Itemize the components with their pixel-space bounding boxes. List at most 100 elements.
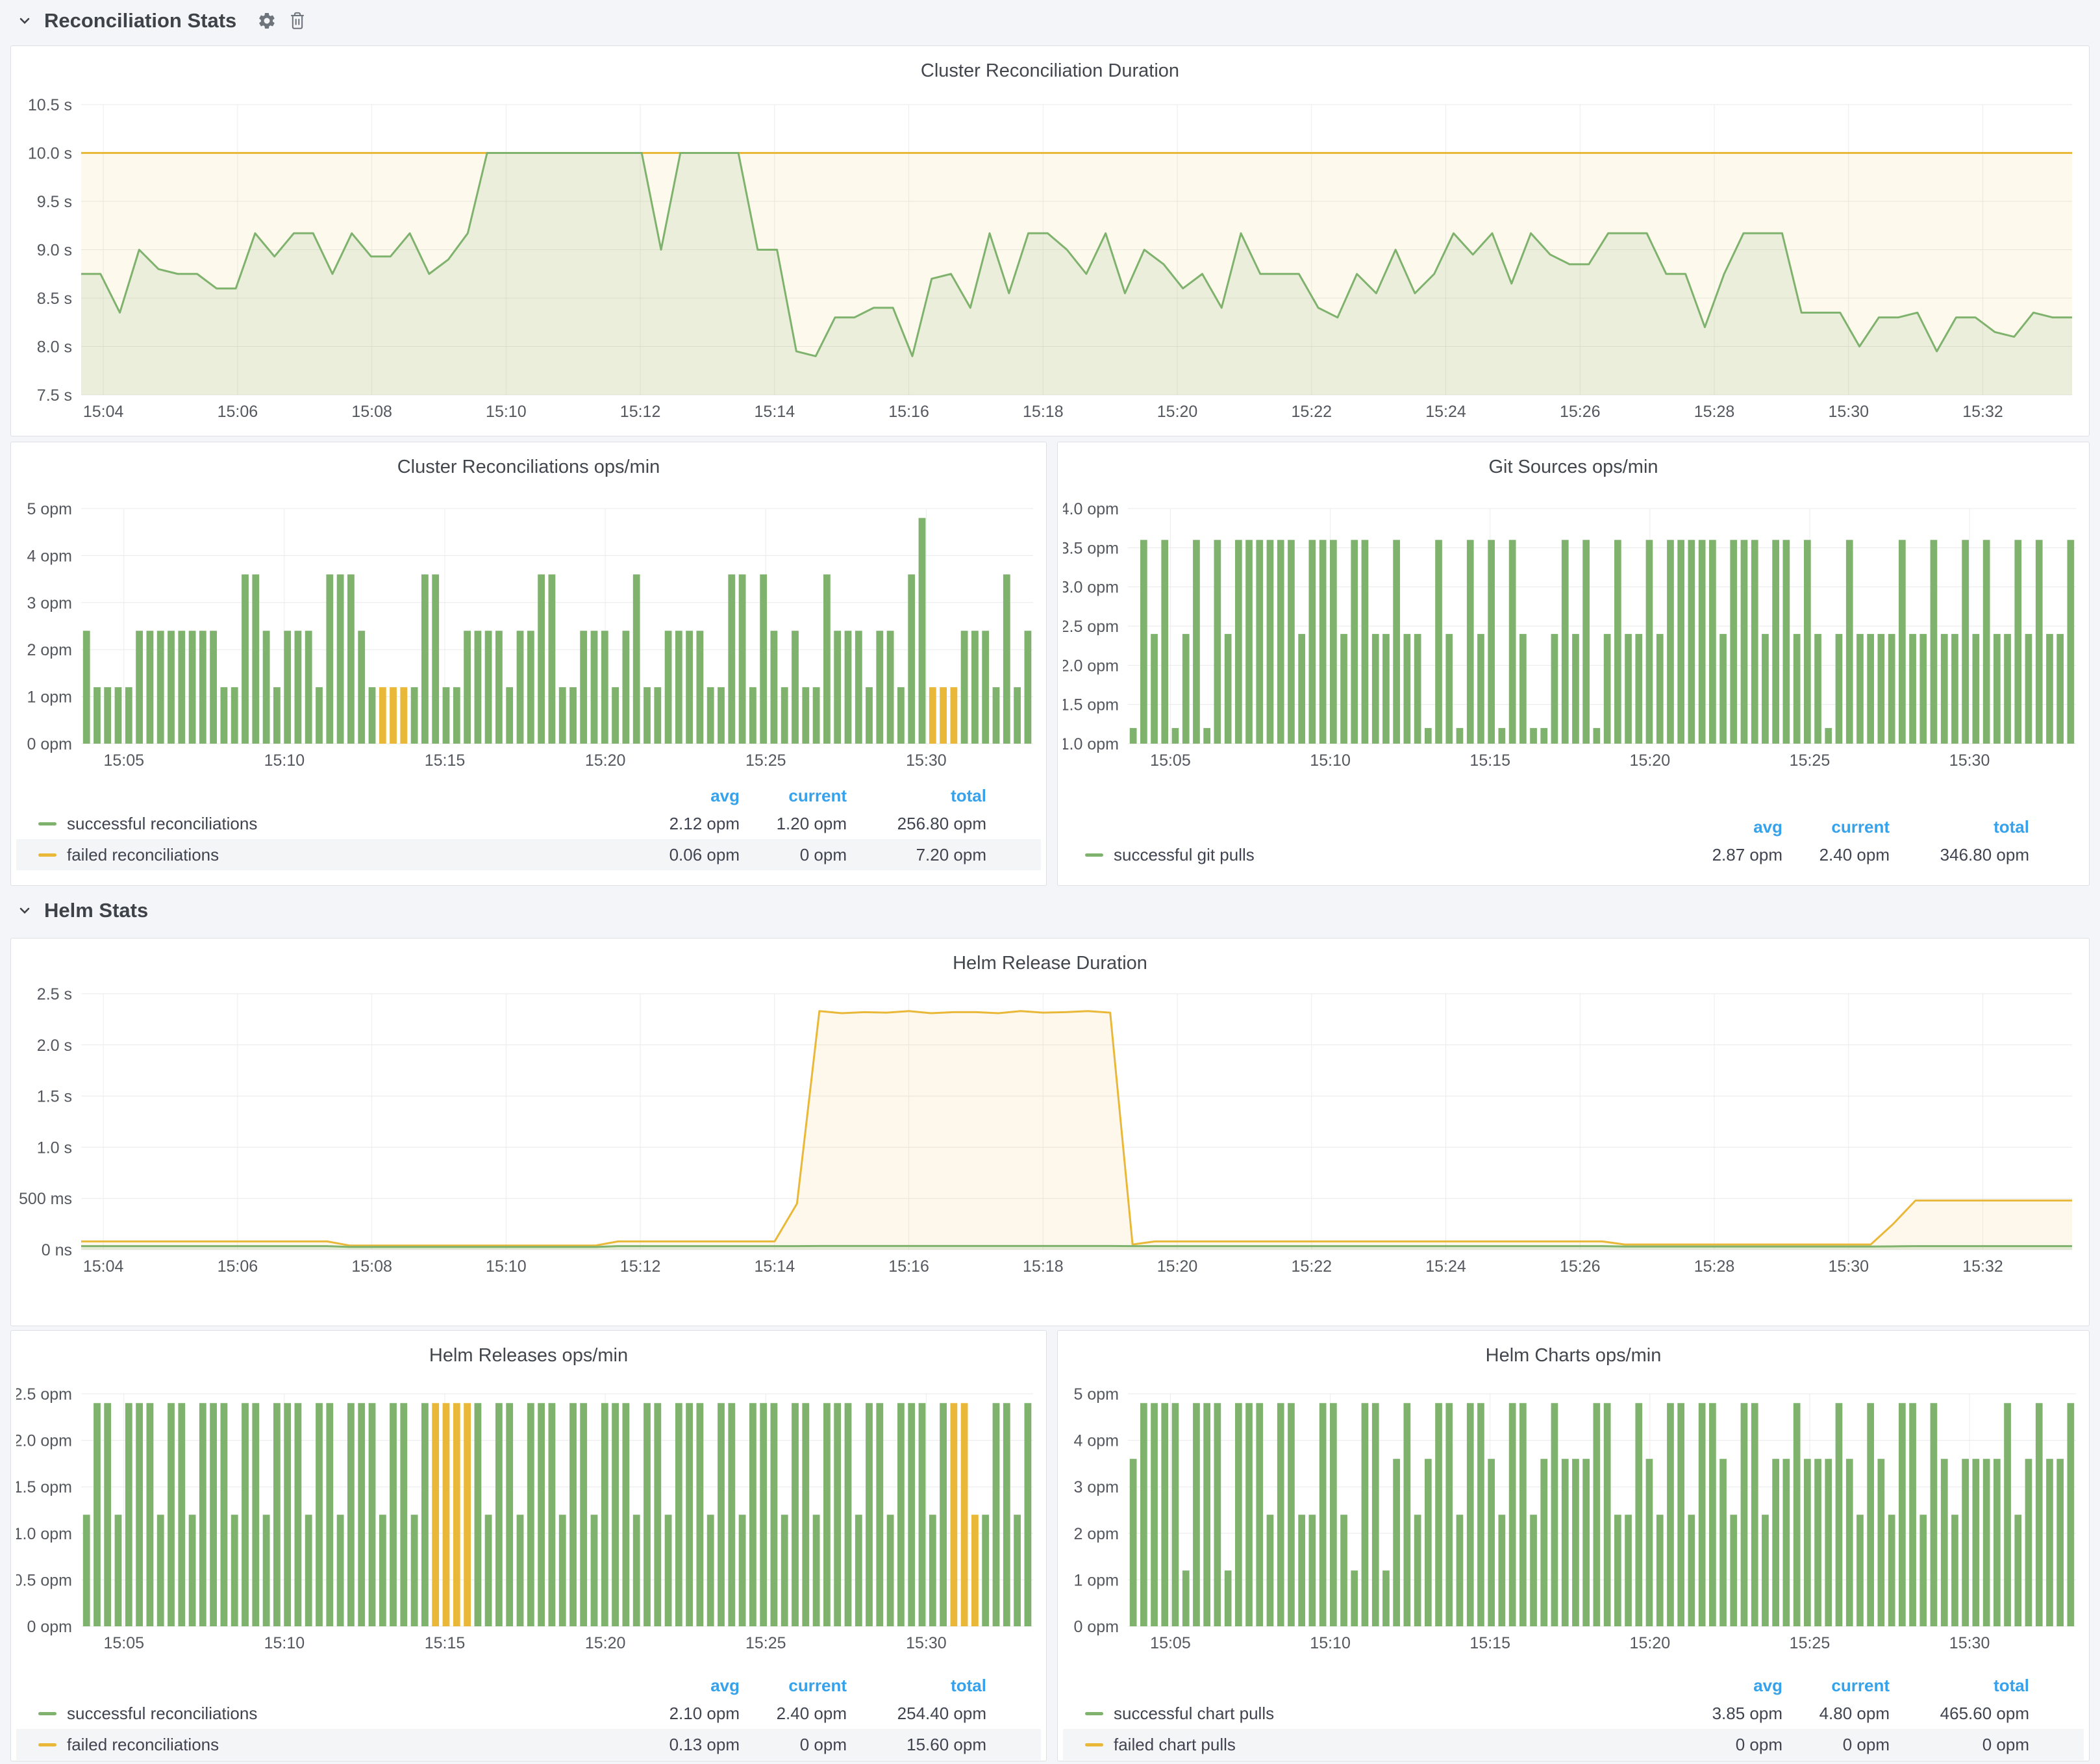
series-color-dash	[38, 1743, 56, 1746]
bar	[1562, 1459, 1569, 1626]
y-axis-tick: 1.5 s	[37, 1088, 72, 1106]
cluster-reconciliation-duration-plot[interactable]: 10.5 s10.0 s9.5 s9.0 s8.5 s8.0 s7.5 s15:…	[16, 82, 2085, 431]
bar	[908, 574, 915, 744]
panel-title[interactable]: Cluster Reconciliation Duration	[11, 46, 2089, 82]
legend-col-avg[interactable]: avg	[632, 1676, 740, 1696]
bar	[1351, 540, 1358, 744]
x-axis-tick: 15:18	[1023, 403, 1064, 421]
series-label[interactable]: successful reconciliations	[67, 1704, 632, 1724]
x-axis-tick: 15:24	[1425, 403, 1466, 421]
series-avg: 0 opm	[1675, 1735, 1782, 1755]
bar	[495, 631, 503, 744]
panel-title[interactable]: Helm Release Duration	[11, 939, 2089, 974]
series-label[interactable]: successful reconciliations	[67, 814, 632, 834]
chevron-down-icon[interactable]	[17, 13, 32, 29]
legend-col-current[interactable]: current	[1782, 1676, 1890, 1696]
series-label[interactable]: successful git pulls	[1114, 845, 1675, 865]
x-axis-tick: 15:12	[620, 403, 661, 421]
bar	[316, 1403, 323, 1626]
bar	[697, 631, 704, 744]
series-label[interactable]: failed reconciliations	[67, 845, 632, 865]
legend-row: successful chart pulls 3.85 opm 4.80 opm…	[1063, 1698, 2084, 1729]
panel-title[interactable]: Cluster Reconciliations ops/min	[11, 442, 1046, 478]
bar	[475, 1403, 482, 1626]
bar	[855, 1515, 862, 1626]
series-current: 0 opm	[1782, 1735, 1890, 1755]
panel-title[interactable]: Helm Charts ops/min	[1058, 1331, 2089, 1367]
series-total: 465.60 opm	[1890, 1704, 2029, 1724]
legend-col-total[interactable]: total	[847, 1676, 986, 1696]
bar	[2056, 634, 2064, 744]
x-axis-tick: 15:32	[1962, 403, 2003, 421]
x-axis-tick: 15:22	[1292, 403, 1332, 421]
x-axis-tick: 15:32	[1962, 1257, 2003, 1276]
series-label[interactable]: failed reconciliations	[67, 1735, 632, 1755]
bar	[644, 687, 651, 744]
bar	[1751, 1403, 1758, 1626]
bar	[400, 1403, 407, 1626]
bar	[2068, 540, 2075, 744]
bar	[432, 1403, 439, 1626]
x-axis-tick: 15:20	[585, 751, 626, 770]
series-label[interactable]: failed chart pulls	[1114, 1735, 1675, 1755]
git-sources-opm-plot[interactable]: 4.0 opm3.5 opm3.0 opm2.5 opm2.0 opm1.5 o…	[1063, 485, 2085, 777]
panel-git-sources-opm: Git Sources ops/min 4.0 opm3.5 opm3.0 op…	[1057, 442, 2090, 886]
panel-title[interactable]: Helm Releases ops/min	[11, 1331, 1046, 1367]
bar	[1625, 1515, 1632, 1626]
bar	[1425, 728, 1432, 744]
series-area-release-duration	[81, 1011, 2072, 1250]
bar	[1994, 634, 2001, 744]
section-header-helm-stats[interactable]: Helm Stats	[0, 894, 148, 927]
cluster-reconciliations-opm-plot[interactable]: 5 opm4 opm3 opm2 opm1 opm0 opm15:0515:10…	[16, 485, 1042, 777]
legend-row: failed chart pulls 0 opm 0 opm 0 opm	[1063, 1729, 2084, 1760]
bar	[1182, 634, 1190, 744]
bar	[1488, 1459, 1495, 1626]
helm-release-duration-plot[interactable]: 2.5 s2.0 s1.5 s1.0 s500 ms0 ns15:0415:06…	[16, 975, 2085, 1326]
bar	[1288, 1403, 1295, 1626]
bar	[1151, 634, 1158, 744]
x-axis-tick: 15:25	[745, 751, 786, 770]
series-label[interactable]: successful chart pulls	[1114, 1704, 1675, 1724]
y-axis-tick: 2.5 opm	[1063, 618, 1119, 636]
legend-col-avg[interactable]: avg	[632, 786, 740, 806]
series-avg: 3.85 opm	[1675, 1704, 1782, 1724]
y-axis-tick: 1 opm	[27, 688, 72, 707]
panel-title[interactable]: Git Sources ops/min	[1058, 442, 2089, 478]
x-axis-tick: 15:20	[1157, 403, 1198, 421]
legend-col-current[interactable]: current	[740, 1676, 847, 1696]
legend-col-current[interactable]: current	[1782, 817, 1890, 837]
section-header-reconciliation-stats[interactable]: Reconciliation Stats	[0, 4, 306, 38]
series-total: 346.80 opm	[1890, 845, 2029, 865]
legend-col-avg[interactable]: avg	[1675, 1676, 1782, 1696]
x-axis-tick: 15:20	[1157, 1257, 1198, 1276]
bar	[1751, 540, 1758, 744]
legend-col-total[interactable]: total	[1890, 817, 2029, 837]
legend: avg current total successful reconciliat…	[16, 1673, 1041, 1760]
section-title[interactable]: Helm Stats	[44, 899, 148, 922]
bar	[845, 631, 852, 744]
legend-col-total[interactable]: total	[1890, 1676, 2029, 1696]
bar	[1572, 1459, 1579, 1626]
panel-helm-charts-opm: Helm Charts ops/min 5 opm4 opm3 opm2 opm…	[1057, 1330, 2090, 1761]
gear-icon[interactable]	[257, 11, 277, 31]
bar	[1604, 1403, 1611, 1626]
bar	[834, 1403, 841, 1626]
helm-charts-opm-plot[interactable]: 5 opm4 opm3 opm2 opm1 opm0 opm15:0515:10…	[1063, 1374, 2085, 1666]
bar	[421, 574, 429, 744]
bar	[897, 687, 905, 744]
bar	[273, 687, 281, 744]
legend-col-total[interactable]: total	[847, 786, 986, 806]
helm-releases-opm-plot[interactable]: 2.5 opm2.0 opm1.5 opm1.0 opm0.5 opm0 opm…	[16, 1374, 1042, 1666]
bar	[1656, 634, 1664, 744]
legend-col-avg[interactable]: avg	[1675, 817, 1782, 837]
bar	[834, 631, 841, 744]
bar	[1867, 634, 1874, 744]
bar	[1646, 540, 1653, 744]
bar	[1719, 634, 1727, 744]
legend-col-current[interactable]: current	[740, 786, 847, 806]
series-color-dash	[1085, 1743, 1103, 1746]
trash-icon[interactable]	[288, 11, 306, 31]
section-title[interactable]: Reconciliation Stats	[44, 9, 236, 32]
bar	[168, 1403, 175, 1626]
chevron-down-icon[interactable]	[17, 903, 32, 918]
